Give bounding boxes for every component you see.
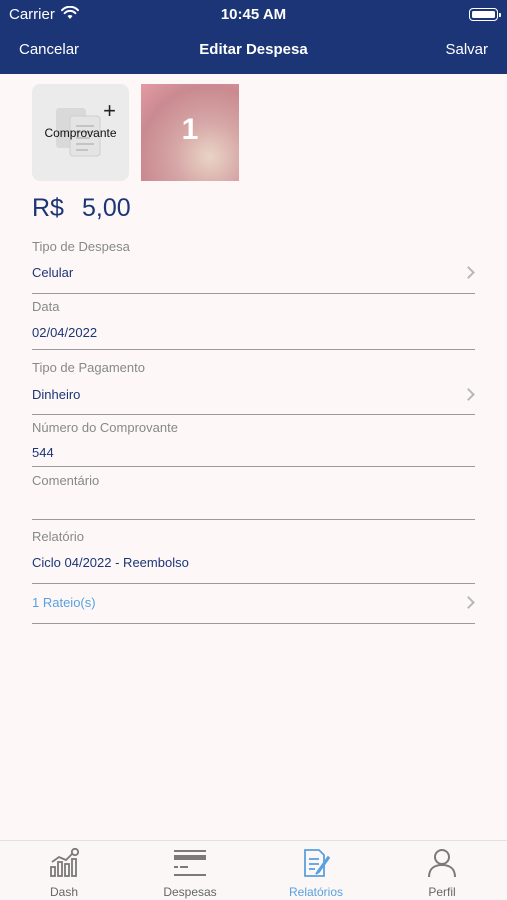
field-tipo-despesa[interactable]: Tipo de Despesa Celular [32, 239, 475, 295]
receipt-label: Comprovante [44, 126, 117, 140]
field-value: 544 [32, 445, 54, 460]
page-title: Editar Despesa [199, 41, 308, 58]
receipt-count: 1 [181, 113, 199, 146]
receipt-thumbnail[interactable]: 1 [141, 84, 239, 181]
divider [32, 293, 475, 294]
field-value: Ciclo 04/2022 - Reembolso [32, 555, 189, 570]
save-button[interactable]: Salvar [445, 41, 488, 58]
field-label: Comentário [32, 473, 100, 488]
chevron-right-icon [462, 388, 475, 401]
field-numero-comprovante[interactable]: Número do Comprovante 544 [32, 420, 475, 468]
divider [32, 583, 475, 584]
add-receipt-button[interactable]: + Comprovante [32, 84, 129, 181]
field-value: Celular [32, 265, 74, 280]
field-label: Data [32, 299, 60, 314]
divider [32, 466, 475, 467]
tab-label: Despesas [163, 885, 217, 899]
nav-bar: Carrier 10:45 AM Cancelar Editar Despesa… [0, 0, 507, 74]
expense-amount[interactable]: R$ 5,00 [32, 194, 131, 223]
field-value: Dinheiro [32, 387, 81, 402]
field-label: Tipo de Pagamento [32, 360, 145, 375]
tab-label: Relatórios [288, 885, 344, 899]
status-bar: Carrier 10:45 AM [0, 0, 507, 28]
field-value: 02/04/2022 [32, 325, 98, 340]
battery-icon [469, 8, 501, 21]
field-label: Número do Comprovante [32, 420, 178, 435]
card-icon [174, 850, 206, 876]
tab-relatorios[interactable]: Relatórios [253, 841, 379, 900]
field-relatorio[interactable]: Relatório Ciclo 04/2022 - Reembolso [32, 529, 475, 585]
currency-symbol: R$ [32, 194, 64, 222]
divider [32, 623, 475, 624]
tab-despesas[interactable]: Despesas [127, 841, 253, 900]
tab-label: Perfil [428, 885, 456, 899]
chart-icon [50, 847, 80, 877]
divider [32, 519, 475, 520]
field-label: Tipo de Despesa [32, 239, 130, 254]
report-icon [304, 849, 331, 877]
plus-icon: + [103, 98, 116, 123]
divider [32, 414, 475, 415]
status-time: 10:45 AM [220, 6, 287, 23]
chevron-right-icon [462, 266, 475, 279]
field-comentario[interactable]: Comentário [32, 473, 475, 521]
tab-perfil[interactable]: Perfil [379, 841, 505, 900]
amount-value: 5,00 [81, 194, 131, 222]
field-data[interactable]: Data 02/04/2022 [32, 299, 475, 351]
divider [32, 349, 475, 350]
user-icon [428, 849, 456, 878]
rateio-row[interactable] [32, 594, 475, 626]
field-tipo-pagamento[interactable]: Tipo de Pagamento Dinheiro [32, 360, 475, 416]
tab-bar: Dash Despesas Relatórios Perfil [0, 840, 507, 900]
chevron-right-icon [462, 596, 475, 609]
tab-label: Dash [49, 885, 78, 899]
field-label: Relatório [32, 529, 85, 544]
tab-dash[interactable]: Dash [1, 841, 127, 900]
